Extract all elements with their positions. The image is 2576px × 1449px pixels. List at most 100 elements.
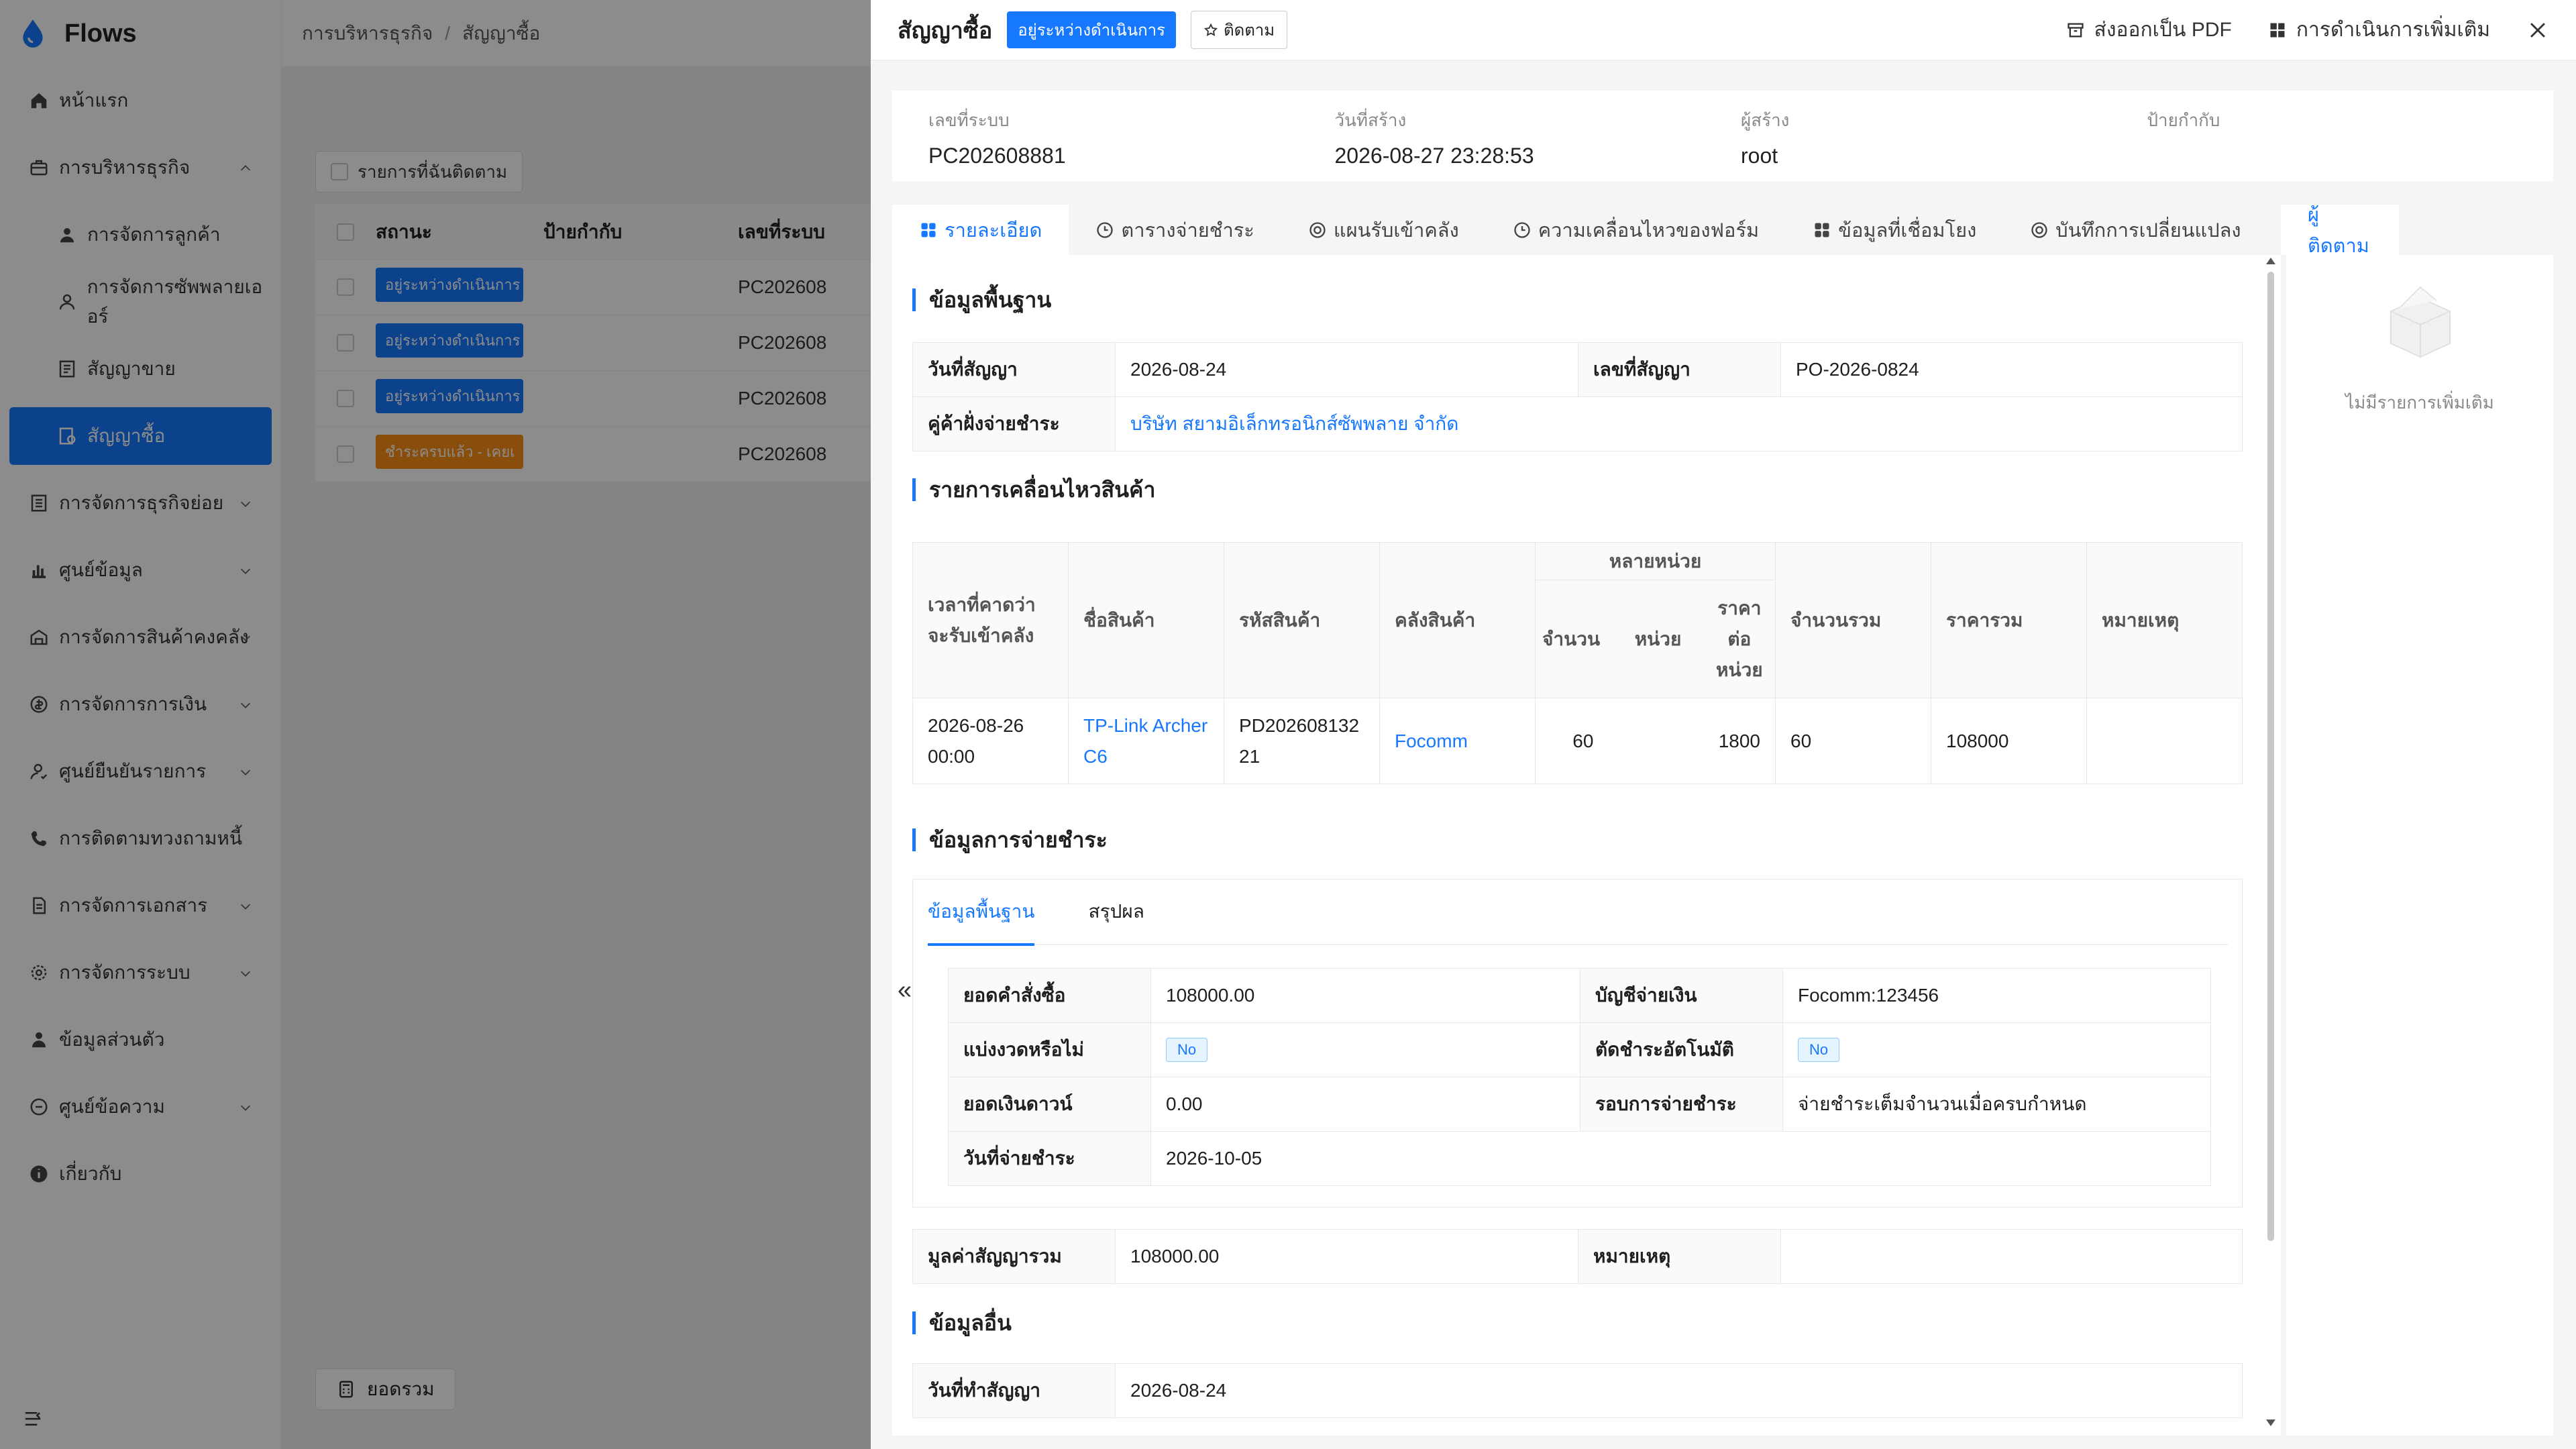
tab-label: ความเคลื่อนไหวของฟอร์ม bbox=[1538, 219, 1760, 241]
collapse-arrow-icon[interactable]: « bbox=[898, 976, 912, 1005]
payment-box: ข้อมูลพื้นฐาน สรุปผล ยอดคำสั่งซื้อ 10800… bbox=[912, 879, 2243, 1208]
followers-panel: ไม่มีรายการเพิ่มเติม bbox=[2286, 255, 2553, 1436]
expected-time: 2026-08-26 00:00 bbox=[912, 698, 1069, 784]
meta-creator: ผู้สร้าง root bbox=[1741, 110, 1790, 168]
field-label: วันที่ทำสัญญา bbox=[912, 1363, 1116, 1418]
section-payment: ข้อมูลการจ่ายชำระ bbox=[912, 828, 1108, 851]
header-unit: หน่วย bbox=[1630, 580, 1704, 698]
field-label: คู่ค้าฝั่งจ่ายชำระ bbox=[912, 396, 1116, 451]
tab[interactable]: ตารางจ่ายชำระ bbox=[1069, 205, 1281, 255]
export-icon bbox=[2067, 23, 2084, 37]
close-icon[interactable] bbox=[2526, 19, 2549, 42]
tab[interactable]: ข้อมูลที่เชื่อมโยง bbox=[1786, 205, 2003, 255]
clock-icon bbox=[1097, 221, 1114, 238]
basic-info-table: วันที่สัญญา 2026-08-24 เลขที่สัญญา PO-20… bbox=[912, 342, 2243, 451]
installment-badge: No bbox=[1166, 1038, 1208, 1062]
field-label: วันที่สัญญา bbox=[912, 342, 1116, 397]
section-basic: ข้อมูลพื้นฐาน bbox=[912, 288, 1051, 311]
payment-cycle: จ่ายชำระเต็มจำนวนเมื่อครบกำหนด bbox=[1782, 1077, 2211, 1132]
payment-account: Focomm:123456 bbox=[1782, 968, 2211, 1023]
auto-deduct-badge: No bbox=[1798, 1038, 1840, 1062]
header-product: ชื่อสินค้า bbox=[1068, 542, 1224, 698]
grid-icon bbox=[921, 223, 936, 237]
contract-date: 2026-08-24 bbox=[1115, 342, 1578, 397]
header-remark: หมายเหตุ bbox=[2086, 542, 2243, 698]
unit-price: 1800 bbox=[1703, 698, 1776, 784]
tab-label: แผนรับเข้าคลัง bbox=[1333, 219, 1459, 241]
payment-date: 2026-10-05 bbox=[1150, 1131, 2211, 1186]
order-amount: 108000.00 bbox=[1150, 968, 1580, 1023]
movement-table: เวลาที่คาดว่าจะรับเข้าคลัง ชื่อสินค้า รห… bbox=[912, 542, 2243, 784]
contract-meta: เลขที่ระบบ PC202608881 วันที่สร้าง 2026-… bbox=[892, 91, 2553, 181]
circle-icon bbox=[2031, 221, 2047, 238]
header-warehouse: คลังสินค้า bbox=[1379, 542, 1536, 698]
scrollbar[interactable] bbox=[2266, 255, 2275, 1429]
qty: 60 bbox=[1534, 698, 1631, 784]
field-label: บัญชีจ่ายเงิน bbox=[1580, 968, 1783, 1023]
tab[interactable]: บันทึกการเปลี่ยนแปลง bbox=[2003, 205, 2267, 255]
empty-box-icon bbox=[2390, 286, 2451, 358]
total-qty: 60 bbox=[1775, 698, 1931, 784]
product-code: PD20260813221 bbox=[1224, 698, 1380, 784]
more-actions-button[interactable]: การดำเนินการเพิ่มเติม bbox=[2268, 14, 2490, 46]
tab-label: บันทึกการเปลี่ยนแปลง bbox=[2055, 219, 2241, 241]
table-row: 2026-08-26 00:00 TP-Link Archer C6 PD20260… bbox=[912, 698, 2243, 784]
drawer-header: สัญญาซื้อ อยู่ระหว่างดำเนินการ ติดตาม ส่… bbox=[871, 0, 2576, 60]
drawer-title: สัญญาซื้อ bbox=[898, 17, 993, 44]
meta-tags: ป้ายกำกับ bbox=[2147, 110, 2220, 130]
other-info-table: วันที่ทำสัญญา 2026-08-24 bbox=[912, 1363, 2243, 1418]
contract-remark bbox=[1780, 1229, 2243, 1284]
warehouse-link[interactable]: Focomm bbox=[1379, 698, 1536, 784]
header-code: รหัสสินค้า bbox=[1224, 542, 1380, 698]
field-label: รอบการจ่ายชำระ bbox=[1580, 1077, 1783, 1132]
meta-created-at: วันที่สร้าง 2026-08-27 23:28:53 bbox=[1334, 110, 1534, 168]
tab-label: ตารางจ่ายชำระ bbox=[1121, 219, 1254, 241]
field-label: มูลค่าสัญญารวม bbox=[912, 1229, 1116, 1284]
follow-label: ติดตาม bbox=[1224, 21, 1275, 40]
circle-icon bbox=[1309, 221, 1326, 238]
payment-tab-basic[interactable]: ข้อมูลพื้นฐาน bbox=[928, 879, 1035, 946]
export-pdf-button[interactable]: ส่งออกเป็น PDF bbox=[2066, 14, 2232, 46]
remark bbox=[2086, 698, 2243, 784]
empty-text: ไม่มีรายการเพิ่มเติม bbox=[2345, 392, 2494, 413]
tab[interactable]: แผนรับเข้าคลัง bbox=[1281, 205, 1486, 255]
contract-number: PO-2026-0824 bbox=[1780, 342, 2243, 397]
tab[interactable]: รายละเอียด bbox=[892, 205, 1069, 255]
detail-panel: « ข้อมูลพื้นฐาน วันที่สัญญา 2026-08-24 เ… bbox=[892, 255, 2281, 1436]
follow-button[interactable]: ติดตาม bbox=[1191, 11, 1288, 49]
grid-icon bbox=[2270, 23, 2285, 37]
section-movement: รายการเคลื่อนไหวสินค้า bbox=[912, 478, 1155, 501]
field-label: หมายเหตุ bbox=[1578, 1229, 1781, 1284]
status-badge: อยู่ระหว่างดำเนินการ bbox=[1007, 11, 1177, 48]
star-icon bbox=[1203, 23, 1218, 36]
drawer-tabs: รายละเอียด ตารางจ่ายชำระ แผนรับเข้าคลัง ควา… bbox=[892, 205, 2553, 257]
tab-label: รายละเอียด bbox=[945, 219, 1042, 241]
unit bbox=[1630, 698, 1704, 784]
more-actions-label: การดำเนินการเพิ่มเติม bbox=[2296, 19, 2490, 41]
field-label: แบ่งงวดหรือไม่ bbox=[948, 1022, 1151, 1077]
meta-system-number: เลขที่ระบบ PC202608881 bbox=[928, 110, 1066, 168]
field-label: วันที่จ่ายชำระ bbox=[948, 1131, 1151, 1186]
product-link[interactable]: TP-Link Archer C6 bbox=[1068, 698, 1224, 784]
header-unit-price: ราคาต่อหน่วย bbox=[1703, 580, 1776, 698]
payment-tab-summary[interactable]: สรุปผล bbox=[1088, 879, 1144, 945]
signing-date: 2026-08-24 bbox=[1115, 1363, 2243, 1418]
header-total-qty: จำนวนรวม bbox=[1775, 542, 1931, 698]
payment-tabs: ข้อมูลพื้นฐาน สรุปผล bbox=[928, 879, 2229, 946]
header-expected-time: เวลาที่คาดว่าจะรับเข้าคลัง bbox=[912, 542, 1069, 698]
field-label: ยอดเงินดาวน์ bbox=[948, 1077, 1151, 1132]
header-qty: จำนวน bbox=[1534, 580, 1631, 698]
payment-table: ยอดคำสั่งซื้อ 108000.00 บัญชีจ่ายเงิน Fo… bbox=[948, 968, 2211, 1186]
header-total-price: ราคารวม bbox=[1931, 542, 2087, 698]
party-link[interactable]: บริษัท สยามอิเล็กทรอนิกส์ซัพพลาย จำกัด bbox=[1115, 396, 2243, 451]
tab[interactable]: ความเคลื่อนไหวของฟอร์ม bbox=[1486, 205, 1786, 255]
total-price: 108000 bbox=[1931, 698, 2087, 784]
tab-label: ข้อมูลที่เชื่อมโยง bbox=[1838, 219, 1977, 241]
clock-icon bbox=[1514, 221, 1530, 238]
contract-drawer: สัญญาซื้อ อยู่ระหว่างดำเนินการ ติดตาม ส่… bbox=[871, 0, 2576, 1449]
tab-followers[interactable]: ผู้ติดตาม bbox=[2281, 205, 2399, 257]
summary-table: มูลค่าสัญญารวม 108000.00 หมายเหตุ bbox=[912, 1229, 2243, 1284]
field-label: ยอดคำสั่งซื้อ bbox=[948, 968, 1151, 1023]
field-label: ตัดชำระอัตโนมัติ bbox=[1580, 1022, 1783, 1077]
down-payment: 0.00 bbox=[1150, 1077, 1580, 1132]
